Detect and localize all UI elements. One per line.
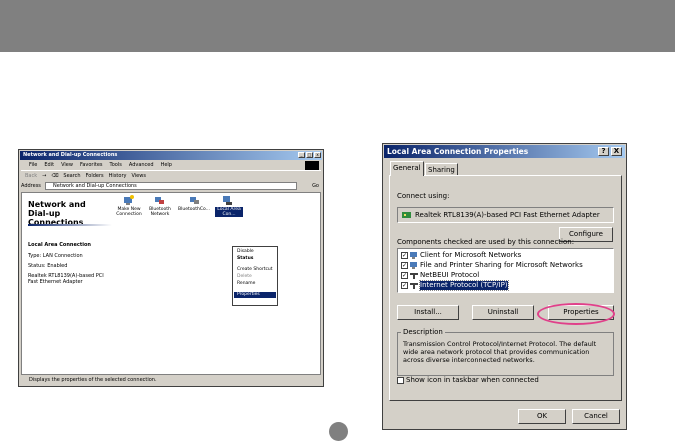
bluetooth-network-label: Bluetooth Network: [149, 207, 171, 217]
context-create-shortcut[interactable]: Create Shortcut: [237, 267, 273, 273]
menu-advanced[interactable]: Advanced: [129, 161, 154, 169]
menu-help[interactable]: Help: [161, 161, 172, 169]
address-bar: Address Network and Dial-up Connections …: [21, 181, 321, 191]
views-button[interactable]: Views: [131, 171, 145, 181]
back-button[interactable]: Back: [25, 171, 37, 181]
context-delete[interactable]: Delete: [237, 274, 252, 280]
component-checkbox[interactable]: ✓: [401, 272, 408, 279]
adapter-name: Realtek RTL8139(A)-based PCI Fast Ethern…: [415, 211, 600, 219]
local-area-connection-label: Local Area Con...: [215, 207, 243, 217]
component-checkbox[interactable]: ✓: [401, 252, 408, 259]
menu-view[interactable]: View: [61, 161, 73, 169]
client-icon: [410, 252, 417, 259]
connection-status: Status: Enabled: [28, 263, 68, 269]
make-new-connection-label: Make New Connection: [116, 207, 142, 217]
local-area-connection-icon[interactable]: [222, 195, 233, 206]
component-label: Client for Microsoft Networks: [420, 251, 522, 259]
context-status[interactable]: Status: [237, 256, 253, 262]
dialog-title: Local Area Connection Properties: [387, 147, 529, 156]
close-button[interactable]: X: [611, 147, 622, 156]
component-label: Internet Protocol (TCP/IP): [419, 280, 509, 291]
list-item[interactable]: ✓ Internet Protocol (TCP/IP): [401, 280, 509, 291]
highlight-circle: [537, 303, 615, 325]
context-disable[interactable]: Disable: [237, 249, 254, 255]
address-input[interactable]: Network and Dial-up Connections: [45, 182, 297, 190]
menu-tools[interactable]: Tools: [110, 161, 122, 169]
network-adapter-icon: [402, 212, 411, 218]
connect-using-label: Connect using:: [397, 192, 450, 200]
menu-favorites[interactable]: Favorites: [80, 161, 103, 169]
up-button[interactable]: ⌫: [51, 171, 58, 181]
uninstall-button[interactable]: Uninstall: [472, 305, 534, 320]
make-new-connection-icon[interactable]: [123, 195, 134, 206]
install-button[interactable]: Install...: [397, 305, 459, 320]
tab-general[interactable]: General: [390, 161, 424, 176]
adapter-field: Realtek RTL8139(A)-based PCI Fast Ethern…: [397, 207, 614, 223]
ok-button[interactable]: OK: [518, 409, 566, 424]
title-divider: [28, 224, 112, 226]
description-label: Description: [401, 328, 445, 336]
component-checkbox[interactable]: ✓: [401, 262, 408, 269]
minimize-button[interactable]: _: [298, 152, 305, 158]
close-button[interactable]: x: [314, 152, 321, 158]
network-connections-window: Network and Dial-up Connections _ □ x Fi…: [18, 149, 324, 387]
history-button[interactable]: History: [109, 171, 127, 181]
status-bar: Displays the properties of the selected …: [29, 377, 157, 383]
connection-adapter: Realtek RTL8139(A)-based PCI Fast Ethern…: [28, 273, 104, 285]
address-label: Address: [21, 183, 41, 189]
help-button[interactable]: ?: [598, 147, 609, 156]
component-label: NetBEUI Protocol: [420, 271, 480, 279]
pane-title: Network and Dial-up Connections: [28, 200, 86, 227]
forward-button[interactable]: →: [42, 171, 46, 181]
list-item[interactable]: ✓ NetBEUI Protocol: [401, 271, 479, 280]
menu-file[interactable]: File: [29, 161, 37, 169]
tab-sharing[interactable]: Sharing: [425, 163, 458, 175]
list-item[interactable]: ✓ Client for Microsoft Networks: [401, 251, 521, 260]
description-text: Transmission Control Protocol/Internet P…: [403, 340, 597, 364]
search-button[interactable]: Search: [63, 171, 80, 181]
menu-edit[interactable]: Edit: [44, 161, 54, 169]
window-title: Network and Dial-up Connections: [20, 151, 322, 160]
connection-type: Type: LAN Connection: [28, 253, 83, 259]
folders-button[interactable]: Folders: [86, 171, 104, 181]
protocol-icon: [410, 273, 418, 279]
show-icon-label: Show icon in taskbar when connected: [406, 376, 539, 384]
windows-logo-icon: [305, 161, 319, 170]
show-icon-option[interactable]: Show icon in taskbar when connected: [397, 376, 539, 385]
component-checkbox[interactable]: ✓: [401, 282, 408, 289]
component-label: File and Printer Sharing for Microsoft N…: [420, 261, 583, 269]
dialog-titlebar: Local Area Connection Properties: [384, 145, 625, 158]
components-list: ✓ Client for Microsoft Networks ✓ File a…: [397, 248, 614, 293]
selected-connection-name: Local Area Connection: [28, 242, 91, 248]
list-item[interactable]: ✓ File and Printer Sharing for Microsoft…: [401, 261, 583, 270]
protocol-icon: [410, 283, 418, 289]
context-properties[interactable]: Properties: [234, 292, 276, 298]
context-rename[interactable]: Rename: [237, 281, 255, 287]
components-label: Components checked are used by this conn…: [397, 238, 575, 246]
cancel-button[interactable]: Cancel: [572, 409, 620, 424]
page-header-bar: [0, 0, 675, 52]
menu-bar: File Edit View Favorites Tools Advanced …: [21, 161, 172, 169]
properties-dialog: Local Area Connection Properties ? X Gen…: [382, 143, 627, 430]
bluetooth-connection-icon[interactable]: [189, 195, 200, 206]
maximize-button[interactable]: □: [306, 152, 313, 158]
page-marker-dot: [329, 422, 348, 441]
go-button[interactable]: Go: [312, 181, 319, 191]
show-icon-checkbox[interactable]: [397, 377, 404, 384]
service-icon: [410, 262, 417, 269]
bluetooth-network-icon[interactable]: [154, 195, 165, 206]
bluetooth-connection-label: BluetoothCo...: [178, 207, 210, 212]
toolbar: Back → ⌫ Search Folders History Views: [21, 170, 321, 181]
context-menu: Disable Status Create Shortcut Delete Re…: [232, 246, 278, 306]
